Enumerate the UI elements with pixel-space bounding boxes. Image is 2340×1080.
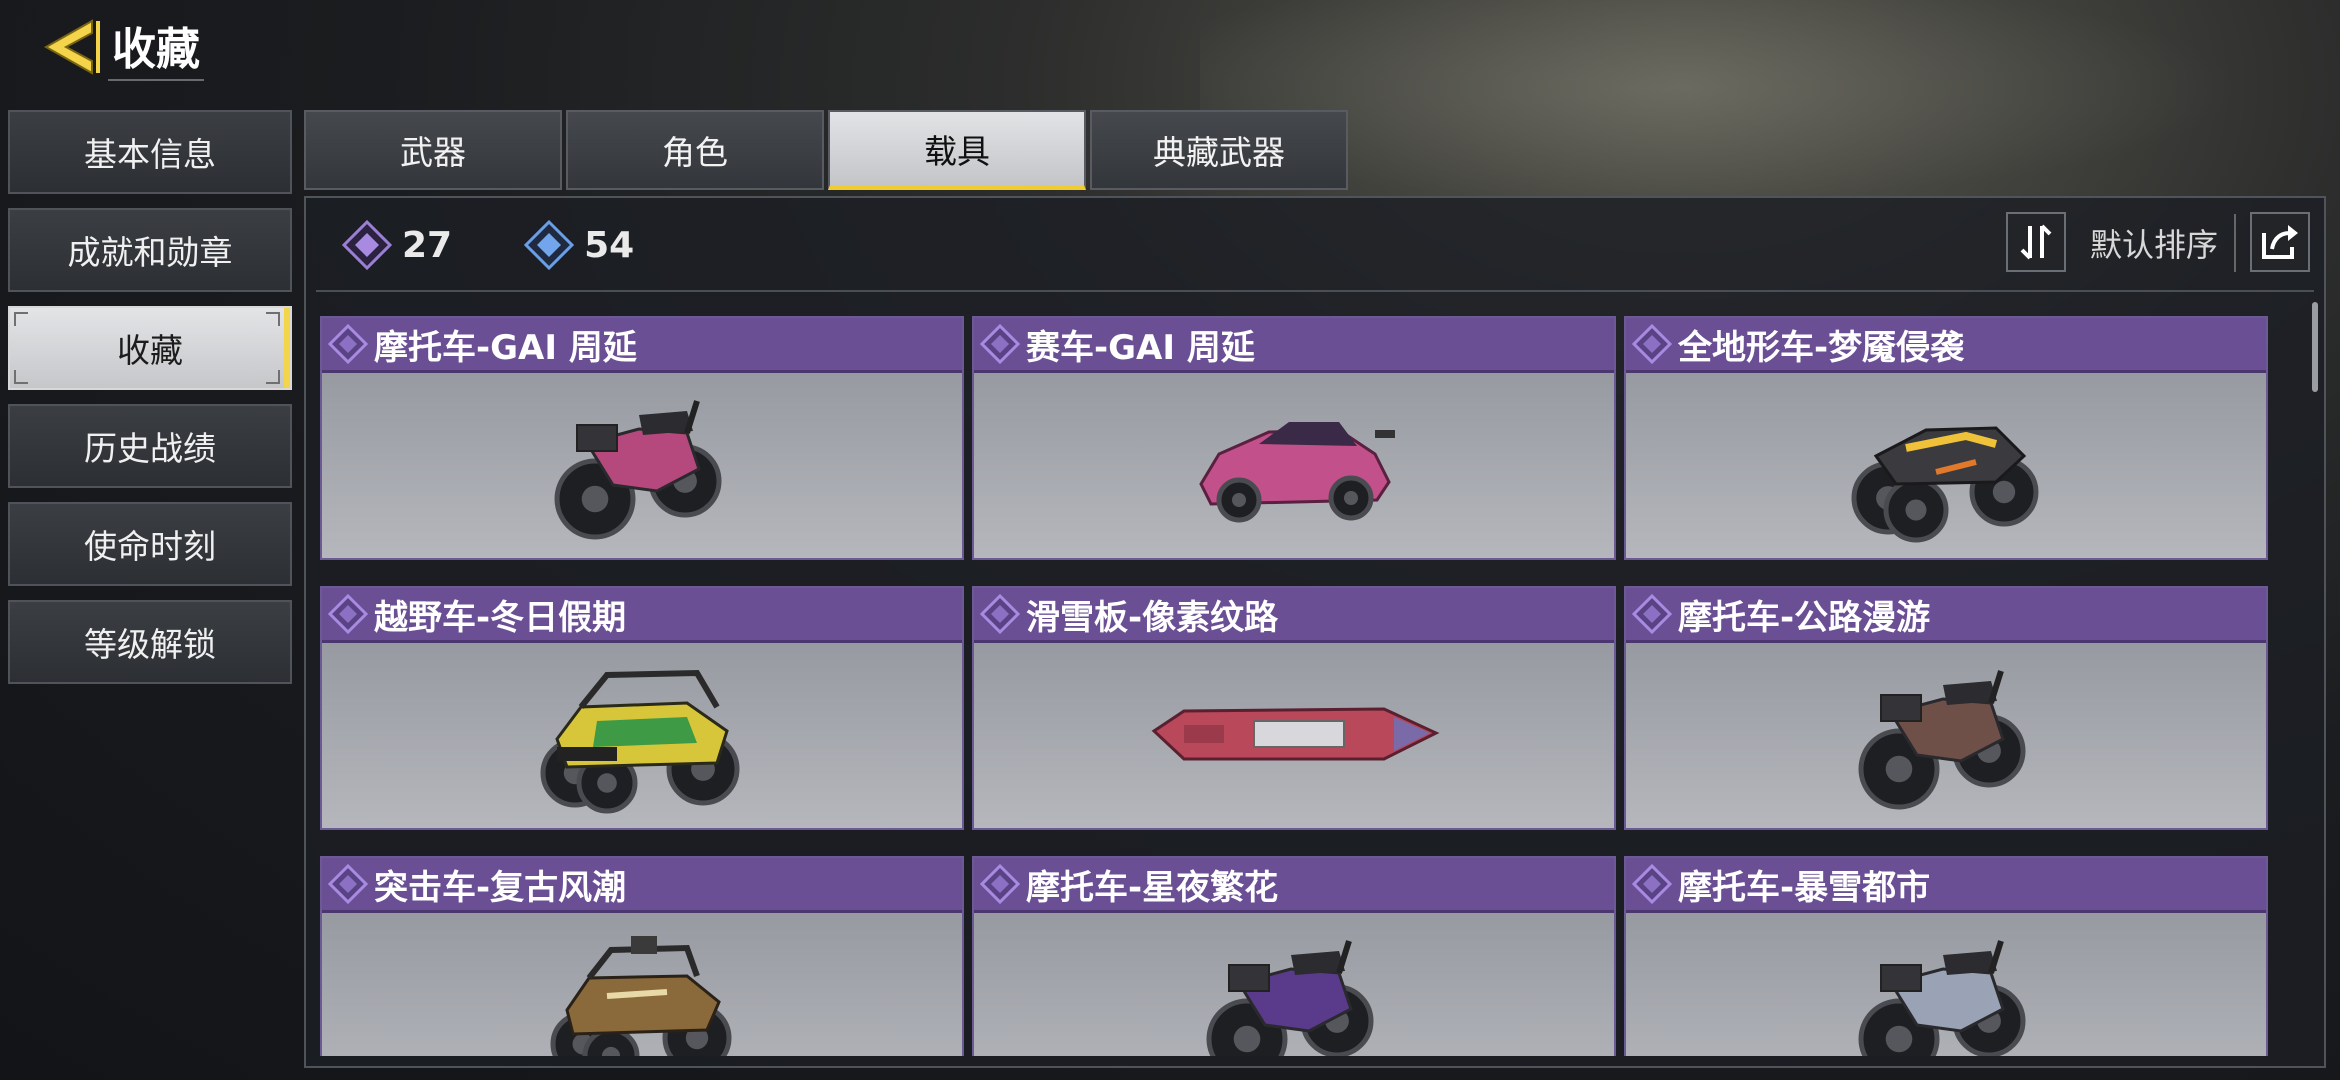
sidebar-item-level-unlock[interactable]: 等级解锁: [8, 600, 292, 684]
sidebar-item-label: 成就和勋章: [67, 233, 233, 272]
offroad-buggy-image: [322, 643, 962, 828]
tab-collector-weapons[interactable]: 典藏武器: [1090, 110, 1348, 190]
sidebar-item-history[interactable]: 历史战绩: [8, 404, 292, 488]
motorcycle-image: [322, 373, 962, 558]
vehicle-grid: 摩托车-GAI 周延 赛车-GAI 周延 全地形车-梦魇侵袭 越野车-冬日假期 …: [320, 316, 2276, 1056]
sidebar-item-achievements[interactable]: 成就和勋章: [8, 208, 292, 292]
corner-mark: [266, 370, 280, 384]
tab-characters[interactable]: 角色: [566, 110, 824, 190]
corner-mark: [266, 312, 280, 326]
motorcycle-image: [1626, 643, 2266, 828]
vehicle-card-header: 摩托车-GAI 周延: [322, 318, 962, 373]
vehicle-name: 全地形车-梦魇侵袭: [1678, 327, 1965, 368]
vehicle-name: 摩托车-GAI 周延: [374, 327, 637, 368]
vehicle-card[interactable]: 全地形车-梦魇侵袭: [1624, 316, 2268, 560]
corner-mark: [14, 370, 28, 384]
vehicle-card-header: 赛车-GAI 周延: [974, 318, 1614, 373]
blue-diamond-icon: [524, 220, 575, 270]
background-haze: [1200, 0, 2340, 220]
purple-diamond-icon: [1632, 324, 1672, 364]
purple-diamond-icon: [328, 594, 368, 634]
vehicle-card-header: 全地形车-梦魇侵袭: [1626, 318, 2266, 373]
purple-diamond-icon: [1632, 864, 1672, 904]
back-arrow-icon: [43, 19, 100, 75]
tab-label: 载具: [924, 131, 990, 171]
vehicle-card-header: 滑雪板-像素纹路: [974, 588, 1614, 643]
vehicle-card-header: 摩托车-星夜繁花: [974, 858, 1614, 913]
sidebar-item-label: 基本信息: [84, 135, 216, 174]
purple-diamond-icon: [1632, 594, 1672, 634]
toolbar-divider: [2234, 214, 2236, 272]
rarity-stats: 27 54: [342, 220, 706, 270]
sidebar-item-collection[interactable]: 收藏: [8, 306, 292, 390]
race-car-image: [974, 373, 1614, 558]
vehicle-card[interactable]: 摩托车-暴雪都市: [1624, 856, 2268, 1056]
sidebar-item-label: 收藏: [117, 331, 183, 370]
tab-label: 典藏武器: [1153, 133, 1285, 172]
vehicle-name: 突击车-复古风潮: [374, 867, 627, 908]
rare-count: 54: [584, 224, 635, 266]
share-button[interactable]: [2250, 212, 2310, 272]
vehicle-card[interactable]: 越野车-冬日假期: [320, 586, 964, 830]
rare-count-stat: 54: [524, 220, 634, 270]
vehicle-name: 滑雪板-像素纹路: [1026, 597, 1279, 638]
sidebar-item-label: 使命时刻: [84, 527, 216, 566]
purple-diamond-icon: [980, 324, 1020, 364]
epic-count: 27: [402, 224, 453, 266]
motorcycle-image: [1626, 913, 2266, 1056]
vehicle-card-header: 越野车-冬日假期: [322, 588, 962, 643]
sidebar-item-basic-info[interactable]: 基本信息: [8, 110, 292, 194]
vehicle-name: 赛车-GAI 周延: [1026, 327, 1255, 368]
assault-buggy-image: [322, 913, 962, 1056]
share-icon: [2262, 225, 2298, 259]
sidebar: 基本信息 成就和勋章 收藏 历史战绩 使命时刻 等级解锁: [8, 110, 292, 698]
page-title: 收藏: [108, 13, 204, 81]
vehicle-card-header: 摩托车-暴雪都市: [1626, 858, 2266, 913]
sort-label[interactable]: 默认排序: [2090, 220, 2218, 266]
purple-diamond-icon: [328, 864, 368, 904]
panel-divider: [316, 290, 2314, 292]
vehicle-card[interactable]: 摩托车-GAI 周延: [320, 316, 964, 560]
motorcycle-image: [974, 913, 1614, 1056]
tab-label: 角色: [662, 133, 728, 172]
vehicle-card[interactable]: 滑雪板-像素纹路: [972, 586, 1616, 830]
vehicle-name: 摩托车-星夜繁花: [1026, 867, 1279, 908]
snowboard-image: [974, 643, 1614, 828]
vehicle-name: 越野车-冬日假期: [374, 597, 627, 638]
vehicle-name: 摩托车-公路漫游: [1678, 597, 1931, 638]
atv-image: [1626, 373, 2266, 558]
sort-button[interactable]: [2006, 212, 2066, 272]
corner-mark: [14, 312, 28, 326]
epic-count-stat: 27: [342, 220, 452, 270]
collection-panel: 27 54 默认排序 摩托车-GAI 周延 赛车-GAI 周延 全地形车-梦魇侵…: [304, 196, 2326, 1068]
tab-weapons[interactable]: 武器: [304, 110, 562, 190]
back-button[interactable]: 收藏: [38, 12, 210, 82]
category-tabs: 武器 角色 载具 典藏武器: [304, 110, 1352, 190]
tab-vehicles[interactable]: 载具: [828, 110, 1086, 190]
scrollbar[interactable]: [2312, 302, 2318, 392]
vehicle-card[interactable]: 突击车-复古风潮: [320, 856, 964, 1056]
vehicle-card[interactable]: 摩托车-星夜繁花: [972, 856, 1616, 1056]
vehicle-name: 摩托车-暴雪都市: [1678, 867, 1931, 908]
purple-diamond-icon: [342, 220, 392, 270]
sort-arrows-icon: [2020, 224, 2052, 260]
purple-diamond-icon: [980, 594, 1020, 634]
purple-diamond-icon: [980, 864, 1020, 904]
sidebar-item-label: 等级解锁: [84, 625, 216, 664]
purple-diamond-icon: [328, 324, 368, 364]
sidebar-item-moments[interactable]: 使命时刻: [8, 502, 292, 586]
vehicle-card[interactable]: 摩托车-公路漫游: [1624, 586, 2268, 830]
vehicle-card-header: 突击车-复古风潮: [322, 858, 962, 913]
tab-label: 武器: [400, 133, 466, 172]
vehicle-card-header: 摩托车-公路漫游: [1626, 588, 2266, 643]
vehicle-card[interactable]: 赛车-GAI 周延: [972, 316, 1616, 560]
sidebar-item-label: 历史战绩: [84, 429, 216, 468]
